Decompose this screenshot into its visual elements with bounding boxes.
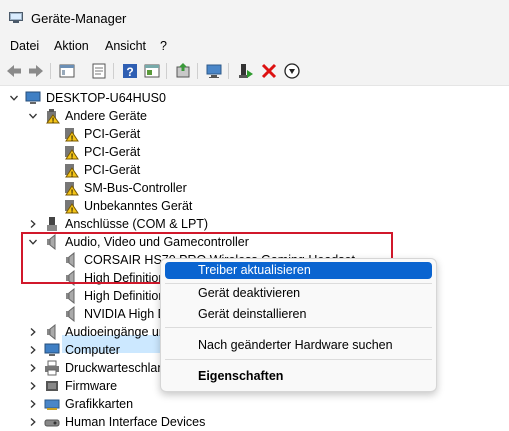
toolbar-separator [197,63,198,79]
menu-update-driver-label: Treiber aktualisieren [198,263,311,277]
warning-device-icon: ! [63,126,79,142]
tree-label: Firmware [65,379,118,393]
context-menu: Treiber aktualisieren Gerät deaktivieren… [160,258,437,392]
chevron-right-icon[interactable] [28,399,38,409]
tree-node-other-devices[interactable]: ! Andere Geräte [0,107,509,125]
tree-node-root[interactable]: DESKTOP-U64HUS0 [0,89,509,107]
warning-device-icon: ! [63,144,79,160]
tree-label: Unbekanntes Gerät [84,199,193,213]
menu-update-driver[interactable]: Treiber aktualisieren [165,262,432,279]
warning-device-icon: ! [63,198,79,214]
chevron-right-icon[interactable] [28,417,38,427]
chevron-right-icon[interactable] [28,327,38,337]
context-menu-separator [165,359,432,360]
tree-node-pci-device[interactable]: ! PCI-Gerät [0,161,509,179]
warning-device-icon: ! [63,162,79,178]
enable-device-icon[interactable] [236,62,254,80]
toolbar-separator [50,63,51,79]
help-icon[interactable]: ? [121,62,139,80]
speaker-icon [63,306,79,322]
update-driver-icon[interactable] [174,62,192,80]
forward-icon[interactable] [27,62,45,80]
svg-text:!: ! [71,208,73,215]
device-manager-app-icon [9,12,23,24]
tree-label: Grafikkarten [65,397,134,411]
menu-scan-hardware-label: Nach geänderter Hardware suchen [198,338,393,352]
menu-properties[interactable]: Eigenschaften [165,368,432,385]
tree-label: PCI-Gerät [84,145,141,159]
svg-text:!: ! [71,172,73,179]
properties-icon[interactable] [90,62,108,80]
tree-node-pci-device[interactable]: ! PCI-Gerät [0,125,509,143]
menu-ansicht[interactable]: Ansicht [105,39,146,53]
tree-node-ports[interactable]: Anschlüsse (COM & LPT) [0,215,509,233]
tree-node-hid[interactable]: Human Interface Devices [0,413,509,431]
svg-text:?: ? [126,65,133,79]
tree-label: Andere Geräte [65,109,147,123]
title-bar: Geräte-Manager [0,0,509,36]
tree-label: DESKTOP-U64HUS0 [46,91,166,105]
speaker-icon [44,324,60,340]
toolbar-separator [113,63,114,79]
tree-node-graphics-cards[interactable]: Grafikkarten [0,395,509,413]
menu-datei[interactable]: Datei [10,39,39,53]
tree-label: Human Interface Devices [65,415,206,429]
chevron-right-icon[interactable] [28,345,38,355]
tree-node-pci-device[interactable]: ! PCI-Gerät [0,143,509,161]
svg-text:!: ! [71,154,73,161]
uninstall-icon[interactable] [260,62,278,80]
speaker-icon [63,288,79,304]
computer-icon [25,90,41,106]
chevron-right-icon[interactable] [28,219,38,229]
menu-uninstall-device[interactable]: Gerät deinstallieren [165,306,432,323]
show-hide-tree-icon[interactable] [58,62,76,80]
scan-hardware-icon[interactable] [205,62,223,80]
toolbar: ? [0,57,509,86]
tree-label: Anschlüsse (COM & LPT) [65,217,209,231]
svg-text:!: ! [71,136,73,143]
monitor-icon [44,342,60,358]
view-icon[interactable] [143,62,161,80]
context-menu-separator [165,283,432,284]
menu-scan-hardware[interactable]: Nach geänderter Hardware suchen [165,337,432,354]
chevron-down-icon[interactable] [9,93,19,103]
chevron-right-icon[interactable] [28,363,38,373]
menu-properties-label: Eigenschaften [198,369,284,383]
printer-icon [44,360,60,376]
tree-label: PCI-Gerät [84,163,141,177]
unknown-device-icon: ! [44,108,60,124]
toolbar-separator [166,63,167,79]
svg-text:!: ! [71,190,73,197]
tree-label: PCI-Gerät [84,127,141,141]
chevron-right-icon[interactable] [28,381,38,391]
svg-text:!: ! [52,118,54,125]
back-icon[interactable] [5,62,23,80]
context-menu-separator [165,327,432,328]
graphics-card-icon [44,396,60,412]
menu-disable-device-label: Gerät deaktivieren [198,286,301,300]
menu-disable-device[interactable]: Gerät deaktivieren [165,285,432,302]
warning-device-icon: ! [63,180,79,196]
menu-aktion[interactable]: Aktion [54,39,89,53]
firmware-icon [44,378,60,394]
chevron-down-icon[interactable] [28,111,38,121]
tree-node-unknown-device[interactable]: ! Unbekanntes Gerät [0,197,509,215]
download-icon[interactable] [283,62,301,80]
menu-uninstall-device-label: Gerät deinstallieren [198,307,307,321]
window-title: Geräte-Manager [31,11,127,26]
menu-bar: Datei Aktion Ansicht ? [0,36,509,57]
port-icon [44,216,60,232]
tree-label: SM-Bus-Controller [84,181,187,195]
toolbar-separator [228,63,229,79]
tree-label: Computer [65,343,120,357]
menu-help[interactable]: ? [160,39,167,53]
tree-node-sm-bus-controller[interactable]: ! SM-Bus-Controller [0,179,509,197]
